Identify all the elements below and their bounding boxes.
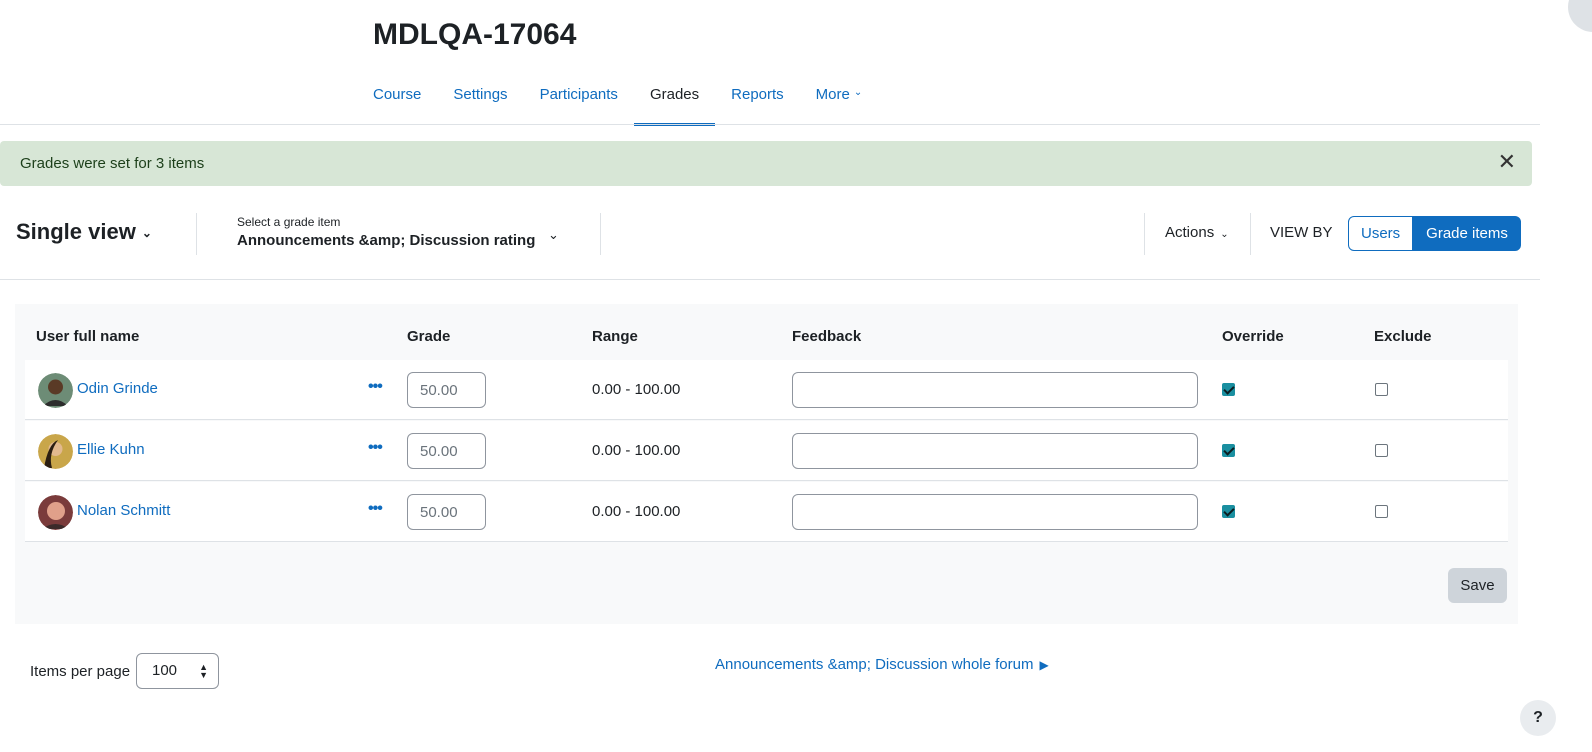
divider — [1250, 213, 1251, 255]
grade-input[interactable] — [407, 494, 486, 530]
avatar[interactable] — [38, 373, 73, 408]
sort-arrows-icon: ▲ ▼ — [199, 662, 208, 680]
table-row: Odin Grinde ••• 0.00 - 100.00 — [25, 360, 1508, 420]
items-per-page-label: Items per page — [30, 663, 131, 680]
grade-item-caption: Select a grade item — [237, 215, 341, 229]
grade-range: 0.00 - 100.00 — [592, 503, 681, 520]
success-alert: Grades were set for 3 items ✕ — [0, 141, 1532, 186]
more-dots-icon[interactable]: ••• — [368, 439, 383, 457]
more-dots-icon[interactable]: ••• — [368, 500, 383, 518]
whole-forum-link[interactable]: Announcements &amp; Discussion whole for… — [715, 656, 1049, 673]
header-range: Range — [592, 328, 638, 345]
divider — [600, 213, 601, 255]
user-name-link[interactable]: Nolan Schmitt — [77, 502, 170, 519]
tab-more[interactable]: More ⌄ — [800, 78, 879, 126]
more-dots-icon[interactable]: ••• — [368, 378, 383, 396]
chevron-down-icon: ⌄ — [141, 226, 152, 240]
items-per-page-value: 100 — [152, 662, 178, 679]
toolbar-divider — [0, 279, 1540, 280]
header-exclude: Exclude — [1374, 328, 1432, 345]
tab-reports[interactable]: Reports — [715, 78, 800, 126]
exclude-checkbox[interactable] — [1375, 383, 1388, 396]
page-title: MDLQA-17064 — [373, 18, 577, 51]
view-by-label: VIEW BY — [1270, 224, 1333, 241]
view-selector-label: Single view — [16, 219, 136, 244]
override-checkbox[interactable] — [1222, 383, 1235, 396]
items-per-page-select[interactable]: 100 ▲ ▼ — [136, 653, 219, 689]
grade-item-value: Announcements &amp; Discussion rating — [237, 232, 536, 249]
user-name-link[interactable]: Ellie Kuhn — [77, 441, 145, 458]
alert-message: Grades were set for 3 items — [20, 155, 205, 172]
table-row: Ellie Kuhn ••• 0.00 - 100.00 — [25, 421, 1508, 481]
users-button[interactable]: Users — [1348, 216, 1414, 251]
grade-items-button[interactable]: Grade items — [1413, 216, 1521, 251]
tab-course[interactable]: Course — [373, 78, 437, 126]
divider — [1144, 213, 1145, 255]
grade-item-selector[interactable]: Select a grade item Announcements &amp; … — [237, 215, 535, 249]
grade-toolbar: Single view ⌄ Select a grade item Announc… — [0, 205, 1540, 280]
close-icon[interactable]: ✕ — [1498, 150, 1516, 174]
table-row: Nolan Schmitt ••• 0.00 - 100.00 — [25, 482, 1508, 542]
grade-input[interactable] — [407, 372, 486, 408]
tab-grades[interactable]: Grades — [633, 78, 716, 126]
exclude-checkbox[interactable] — [1375, 505, 1388, 518]
view-by-toggle: Users Grade items — [1348, 216, 1521, 251]
nav-divider — [0, 124, 1540, 125]
grade-input[interactable] — [407, 433, 486, 469]
whole-forum-link-label: Announcements &amp; Discussion whole for… — [715, 656, 1034, 673]
drawer-toggle-button[interactable] — [1568, 0, 1592, 32]
caret-right-icon: ▶ — [1039, 658, 1049, 672]
header-user-full-name: User full name — [36, 328, 140, 345]
chevron-down-icon[interactable]: ⌄ — [548, 227, 559, 243]
tab-label: Settings — [453, 86, 508, 103]
tab-label: More — [815, 86, 850, 103]
actions-dropdown[interactable]: Actions ⌄ — [1165, 224, 1229, 241]
feedback-input[interactable] — [792, 372, 1198, 408]
tab-label: Course — [373, 86, 422, 103]
tab-settings[interactable]: Settings — [437, 78, 523, 126]
grade-range: 0.00 - 100.00 — [592, 381, 681, 398]
chevron-down-icon: ⌄ — [1220, 229, 1229, 240]
view-selector[interactable]: Single view ⌄ — [16, 219, 152, 245]
divider — [196, 213, 197, 255]
grade-range: 0.00 - 100.00 — [592, 442, 681, 459]
avatar[interactable] — [38, 495, 73, 530]
header-feedback: Feedback — [792, 328, 862, 345]
feedback-input[interactable] — [792, 494, 1198, 530]
tab-label: Participants — [539, 86, 618, 103]
override-checkbox[interactable] — [1222, 505, 1235, 518]
help-icon[interactable]: ? — [1520, 700, 1556, 736]
secondary-navigation: Course Settings Participants Grades Repo… — [373, 78, 878, 126]
grades-table: User full name Grade Range Feedback Over… — [15, 304, 1518, 624]
save-button[interactable]: Save — [1448, 568, 1507, 603]
avatar[interactable] — [38, 434, 73, 469]
tab-label: Reports — [731, 86, 784, 103]
tab-participants[interactable]: Participants — [524, 78, 634, 126]
feedback-input[interactable] — [792, 433, 1198, 469]
header-override: Override — [1222, 328, 1284, 345]
exclude-checkbox[interactable] — [1375, 444, 1388, 457]
user-name-link[interactable]: Odin Grinde — [77, 380, 158, 397]
tab-label: Grades — [649, 86, 700, 103]
header-grade: Grade — [407, 328, 451, 345]
actions-label: Actions — [1165, 224, 1215, 241]
override-checkbox[interactable] — [1222, 444, 1235, 457]
chevron-down-icon: ⌄ — [853, 87, 863, 98]
